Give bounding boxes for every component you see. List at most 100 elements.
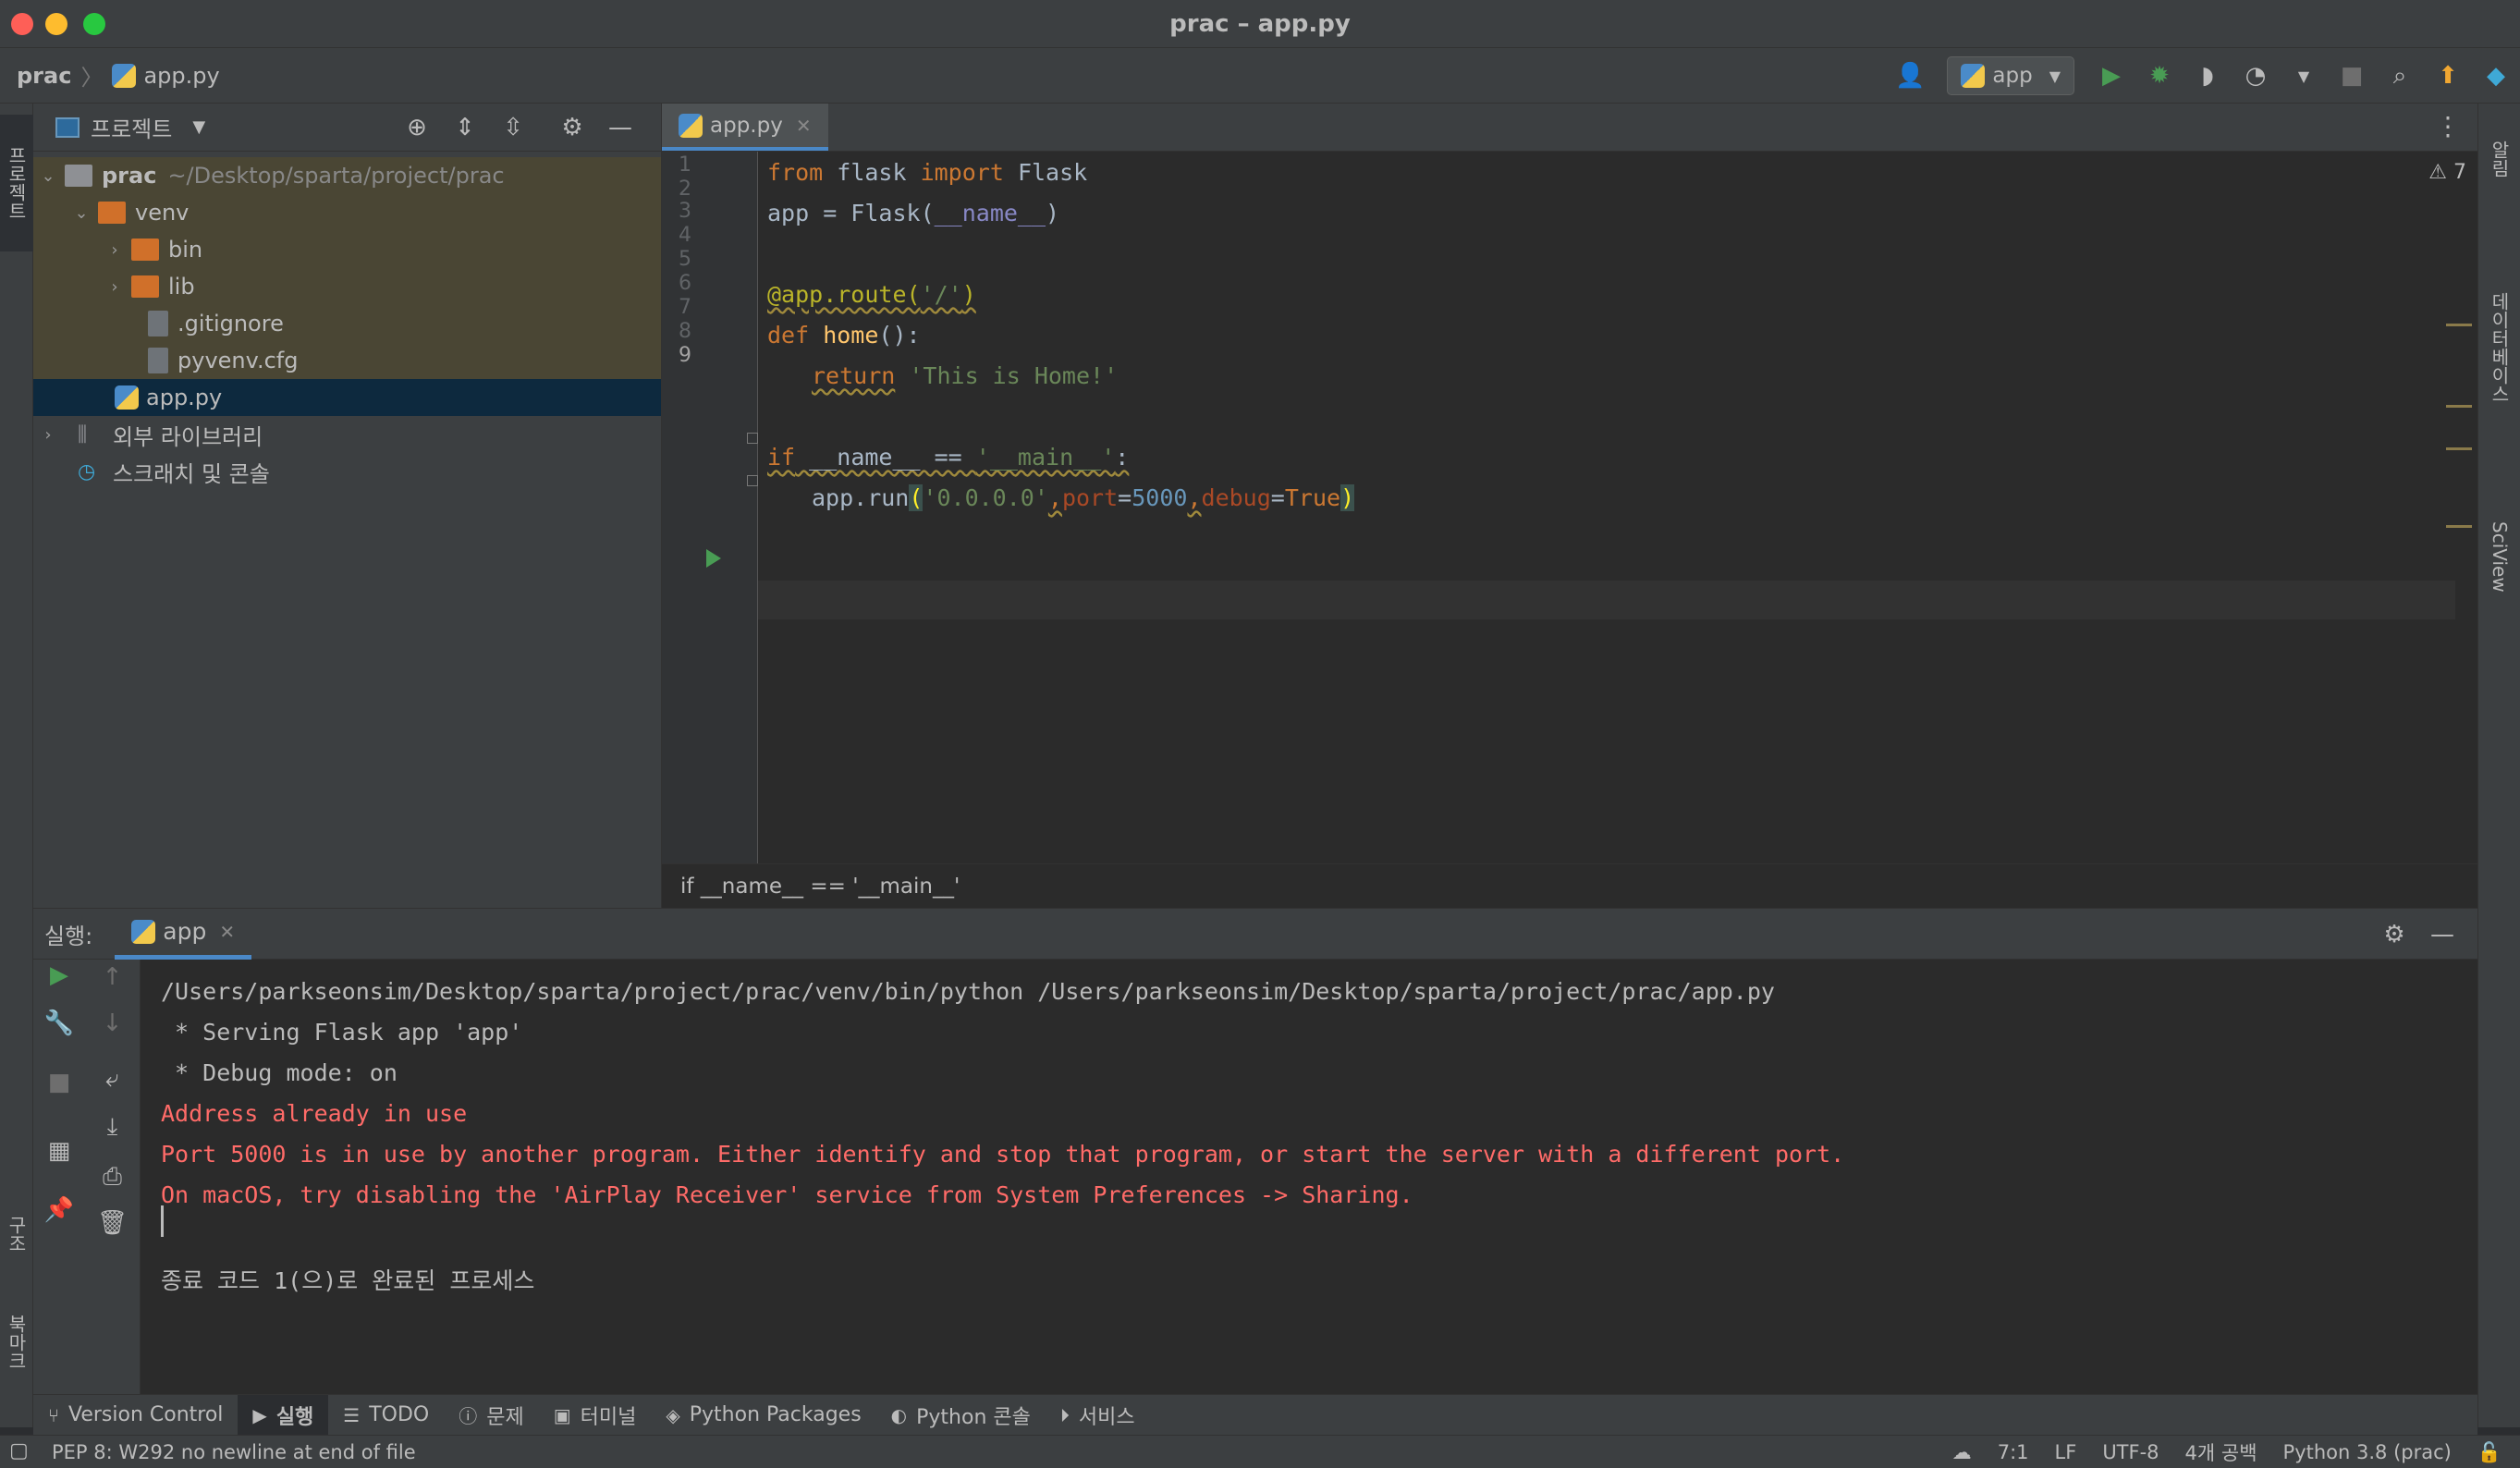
update-icon[interactable]: ⬆: [2431, 59, 2465, 92]
breadcrumb-project[interactable]: prac: [17, 63, 71, 89]
soft-wrap-icon[interactable]: ⤶: [85, 1065, 140, 1094]
code-line-5[interactable]: def home():: [767, 322, 921, 349]
debug-icon[interactable]: ✹: [2143, 59, 2176, 92]
collapse-all-icon[interactable]: ⇳: [496, 111, 530, 144]
chevron-right-icon[interactable]: ›: [39, 425, 57, 445]
bookmarks-tool-tab[interactable]: 북마크: [0, 1287, 33, 1398]
project-tool-tab[interactable]: 프로젝트: [0, 115, 33, 251]
tree-item-pyvenv-cfg[interactable]: pyvenv.cfg: [33, 342, 661, 379]
gear-icon[interactable]: ⚙: [2378, 918, 2411, 951]
chevron-right-icon[interactable]: ›: [105, 240, 124, 260]
status-message[interactable]: PEP 8: W292 no newline at end of file: [52, 1441, 416, 1463]
search-icon[interactable]: ⌕: [2383, 59, 2416, 92]
gear-icon[interactable]: ⚙: [556, 111, 589, 144]
tab-python-packages[interactable]: ◈ Python Packages: [651, 1395, 875, 1436]
tree-item-prac[interactable]: ⌄ prac ~/Desktop/sparta/project/prac: [33, 157, 661, 194]
cloud-icon[interactable]: ☁: [1952, 1441, 1972, 1463]
code-line-1[interactable]: from flask import Flask: [767, 159, 1087, 186]
wrench-icon[interactable]: 🔧: [33, 1009, 85, 1037]
tab-python-console[interactable]: ◐ Python 콘솔: [876, 1395, 1046, 1436]
file-encoding[interactable]: UTF-8: [2102, 1441, 2159, 1463]
stop-icon[interactable]: ■: [2335, 59, 2368, 92]
tree-item-label: 외부 라이브러리: [113, 423, 263, 450]
tab-services[interactable]: ⏵ 서비스: [1046, 1395, 1150, 1436]
close-icon[interactable]: ✕: [219, 921, 235, 943]
tree-item-scratches[interactable]: ◷ 스크래치 및 콘솔: [33, 453, 661, 490]
maximize-window-button[interactable]: [83, 13, 105, 35]
tab-terminal[interactable]: ▣ 터미널: [539, 1395, 652, 1436]
editor-tab-app-py[interactable]: app.py ✕: [662, 104, 828, 151]
line-separator[interactable]: LF: [2055, 1441, 2077, 1463]
cursor-position[interactable]: 7:1: [1998, 1441, 2029, 1463]
code-line-9[interactable]: app.run('0.0.0.0',port=5000,debug=True): [812, 484, 1355, 511]
lock-icon[interactable]: 🔓: [2477, 1441, 2502, 1464]
close-window-button[interactable]: [11, 13, 33, 35]
minimize-window-button[interactable]: [45, 13, 67, 35]
tree-item-gitignore[interactable]: .gitignore: [33, 305, 661, 342]
plugin-icon[interactable]: ◆: [2479, 59, 2513, 92]
project-view-selector[interactable]: 프로젝트: [91, 111, 172, 143]
breadcrumb-file[interactable]: app.py: [112, 63, 220, 89]
hide-panel-icon[interactable]: —: [604, 111, 637, 144]
scroll-to-end-icon[interactable]: ⤓: [85, 1113, 140, 1142]
tree-item-bin[interactable]: › bin: [33, 231, 661, 268]
chevron-right-icon[interactable]: ›: [105, 277, 124, 297]
run-console[interactable]: /Users/parkseonsim/Desktop/sparta/projec…: [141, 960, 2477, 1394]
tree-item-venv[interactable]: ⌄ venv: [33, 194, 661, 231]
chevron-down-icon[interactable]: ⌄: [72, 203, 91, 223]
code-line-4[interactable]: @app.route('/'): [767, 281, 976, 308]
expand-all-icon[interactable]: ⇕: [448, 111, 482, 144]
status-right: ☁ 7:1 LF UTF-8 4개 공백 Python 3.8 (prac) 🔓: [1927, 1436, 2502, 1468]
close-icon[interactable]: ✕: [796, 115, 812, 137]
tree-item-external-libraries[interactable]: › ⫼ 외부 라이브러리: [33, 416, 661, 453]
tab-version-control[interactable]: ⑂ Version Control: [33, 1395, 238, 1436]
indent-setting[interactable]: 4개 공백: [2185, 1438, 2257, 1466]
run-config-selector[interactable]: app ▼: [1947, 56, 2074, 95]
rerun-icon[interactable]: ▶: [33, 961, 85, 989]
fold-marker-icon[interactable]: [747, 475, 758, 486]
tree-item-lib[interactable]: › lib: [33, 268, 661, 305]
tab-problems[interactable]: ⓘ 문제: [444, 1395, 538, 1436]
profile-icon[interactable]: ◔: [2239, 59, 2272, 92]
tab-todo[interactable]: ☰ TODO: [328, 1395, 444, 1436]
scrollbar-warning-marker[interactable]: [2446, 324, 2472, 326]
code-line-6[interactable]: return 'This is Home!': [812, 362, 1118, 389]
structure-tool-tab[interactable]: 구조: [0, 1183, 33, 1285]
chevron-down-icon[interactable]: ▼: [192, 117, 205, 137]
more-run-options-icon[interactable]: ▼: [2287, 59, 2320, 92]
line-number: 7: [679, 296, 691, 319]
toggle-tool-windows-icon[interactable]: ▢: [9, 1439, 29, 1462]
run-tab-app[interactable]: app ✕: [115, 908, 252, 960]
fold-marker-icon[interactable]: [747, 433, 758, 444]
tree-item-app-py[interactable]: app.py: [33, 379, 661, 416]
locate-file-icon[interactable]: ⊕: [400, 111, 434, 144]
stop-icon[interactable]: ■: [33, 1069, 85, 1096]
more-options-icon[interactable]: ⋮: [2435, 111, 2461, 141]
chevron-down-icon[interactable]: ⌄: [39, 166, 57, 186]
trash-icon[interactable]: 🗑: [85, 1209, 140, 1237]
database-tool-tab[interactable]: 데이터베이스: [2478, 218, 2520, 477]
arrow-down-icon[interactable]: ↓: [85, 1009, 140, 1037]
code-token: from: [767, 159, 824, 186]
sciview-tool-tab[interactable]: SciView: [2478, 492, 2520, 621]
notifications-tool-tab[interactable]: 알림: [2478, 113, 2520, 205]
python-interpreter[interactable]: Python 3.8 (prac): [2283, 1441, 2452, 1463]
scrollbar-warning-marker[interactable]: [2446, 525, 2472, 528]
run-icon[interactable]: ▶: [2095, 59, 2128, 92]
scrollbar-warning-marker[interactable]: [2446, 447, 2472, 450]
hide-panel-icon[interactable]: —: [2426, 918, 2459, 951]
pin-icon[interactable]: 📌: [33, 1196, 85, 1224]
code-line-8[interactable]: if __name__ == '__main__':: [767, 444, 1129, 471]
run-gutter-icon[interactable]: [706, 549, 721, 568]
code-line-2[interactable]: app = Flask(__name__): [767, 200, 1059, 226]
code-token: True: [1284, 484, 1341, 511]
coverage-icon[interactable]: ◗: [2191, 59, 2224, 92]
tab-run[interactable]: ▶ 실행: [238, 1394, 329, 1436]
layout-icon[interactable]: ▦: [33, 1137, 85, 1165]
scrollbar-warning-marker[interactable]: [2446, 405, 2472, 408]
warning-badge[interactable]: ⚠ 7: [2428, 161, 2466, 184]
code-breadcrumb[interactable]: if __name__ == '__main__': [662, 863, 2477, 908]
arrow-up-icon[interactable]: ↑: [85, 963, 140, 991]
print-icon[interactable]: ⎙: [85, 1163, 140, 1192]
user-icon[interactable]: 👤: [1893, 59, 1927, 92]
